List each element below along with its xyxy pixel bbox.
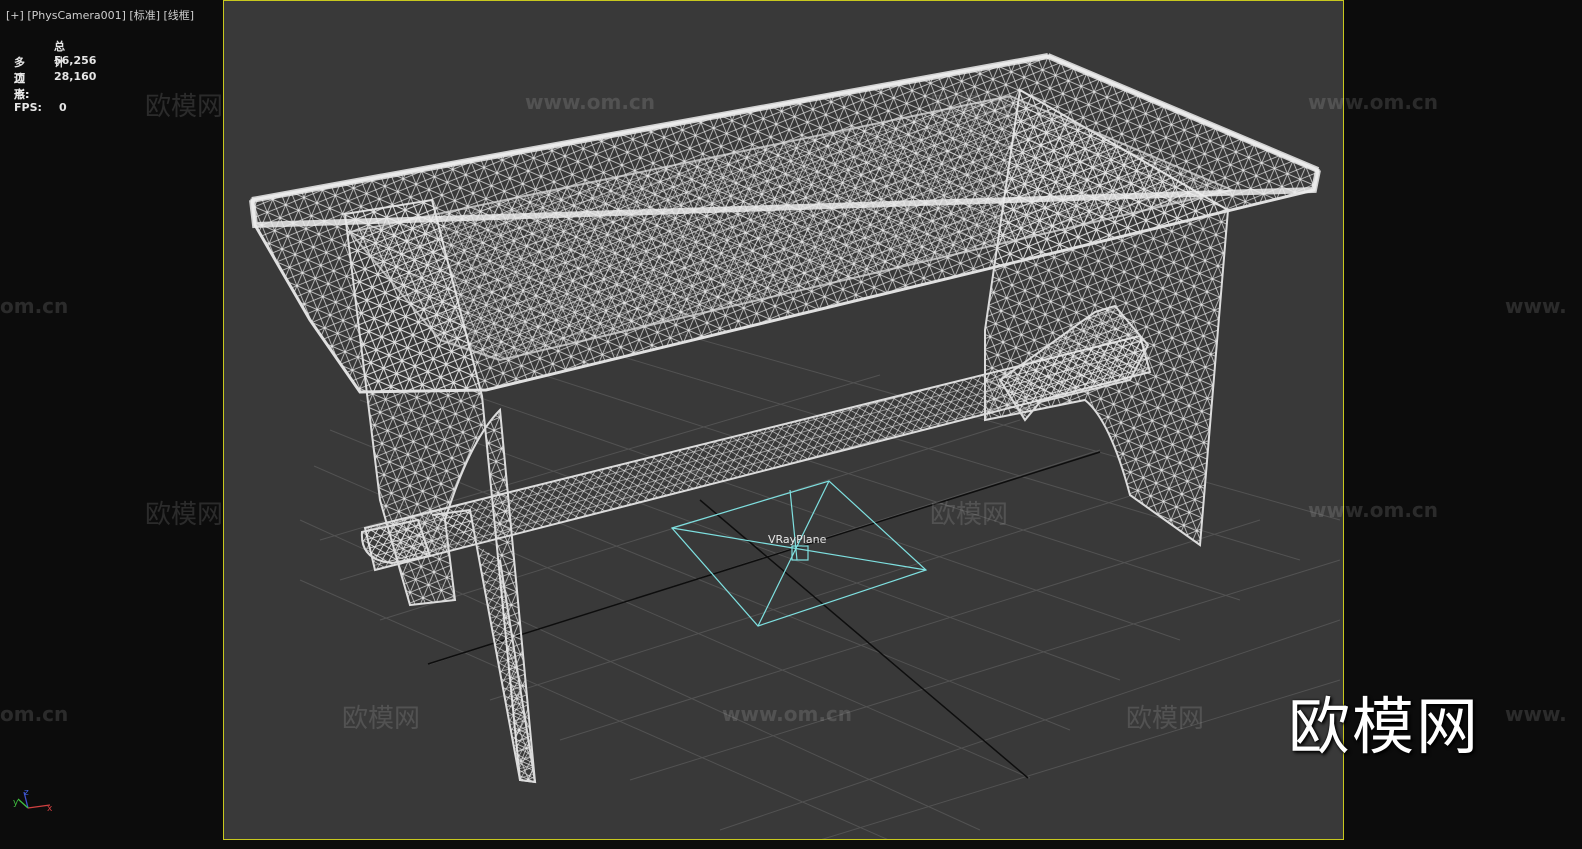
fps-label: FPS: — [14, 101, 42, 114]
watermark-url-partial: www. — [1505, 702, 1567, 726]
viewport-label-menu[interactable]: [+] [PhysCamera001] [标准] [线框] — [6, 7, 194, 23]
viewport-shading-menu[interactable]: [标准] — [129, 9, 160, 22]
watermark-brand: 欧模网 — [145, 92, 224, 122]
polygons-value: 56,256 — [54, 54, 97, 67]
watermark-url-partial: om.cn — [0, 294, 69, 318]
watermark-url-partial: om.cn — [0, 702, 69, 726]
watermark-brand: 欧模网 — [145, 500, 224, 530]
watermark-url: www.om.cn — [1308, 90, 1439, 114]
watermark-url: www.om.cn — [525, 90, 656, 114]
viewport-display-menu[interactable]: [线框] — [164, 9, 195, 22]
fps-readout: FPS: 0 — [14, 101, 67, 114]
watermark-brand: 欧模网 — [1126, 704, 1205, 734]
vray-plane-label: VRayPlane — [768, 533, 827, 546]
watermark-brand: 欧模网 — [930, 92, 1009, 122]
watermark-url: www.om.cn — [1308, 498, 1439, 522]
watermark-url: www.om.cn — [722, 702, 853, 726]
fps-value: 0 — [59, 101, 67, 114]
watermark-url-partial: www. — [1505, 294, 1567, 318]
viewport-plus-menu[interactable]: [+] — [6, 9, 24, 22]
watermark-brand: 欧模网 — [930, 500, 1009, 530]
axis-x-label: x — [47, 804, 53, 814]
axis-tripod-icon: x z y — [13, 788, 53, 814]
brand-logo: 欧模网 — [1288, 690, 1481, 763]
vertices-label: 顶点: — [14, 72, 30, 101]
viewport-camera-menu[interactable]: [PhysCamera001] — [27, 9, 126, 22]
vertices-value: 28,160 — [54, 70, 97, 83]
axis-z-label: z — [24, 788, 29, 798]
table-wireframe[interactable] — [249, 53, 1321, 784]
vray-plane-object[interactable] — [670, 480, 928, 627]
watermark-brand: 欧模网 — [342, 704, 421, 734]
axis-y-label: y — [13, 798, 19, 808]
